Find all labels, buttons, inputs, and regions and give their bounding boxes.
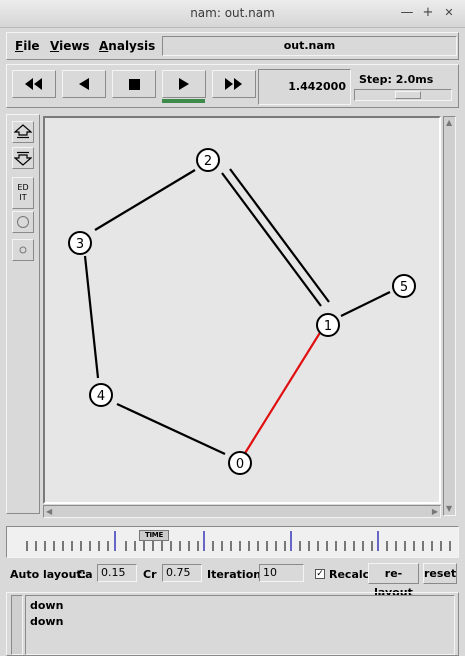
tool-sidebar: ED IT: [6, 114, 40, 514]
menu-views-mnemonic: V: [50, 39, 60, 53]
node-0-label: 0: [236, 457, 244, 472]
rewind-fast-button[interactable]: [12, 70, 56, 98]
circle-small-icon: [19, 246, 27, 254]
cr-input[interactable]: 0.75: [162, 564, 202, 582]
menu-analysis-label: nalysis: [108, 39, 156, 53]
node-1-label: 1: [324, 319, 332, 334]
close-button[interactable]: ✕: [441, 5, 457, 21]
zoom-in-icon: [14, 124, 32, 139]
node-small-button[interactable]: [12, 239, 34, 261]
network-graph[interactable]: 0 1 2 3 4 5: [45, 118, 439, 502]
step-slider-thumb[interactable]: [395, 91, 421, 99]
log-line: down: [30, 599, 64, 612]
recalc-checkbox[interactable]: ✓: [315, 569, 325, 579]
scroll-down-arrow-icon[interactable]: ▼: [446, 504, 452, 514]
edit-label-bottom: IT: [19, 193, 27, 202]
ca-input[interactable]: 0.15: [97, 564, 137, 582]
link-4-0: [116, 403, 226, 455]
iterations-input[interactable]: 10: [259, 564, 304, 582]
cr-label: Cr: [143, 568, 157, 581]
play-icon: [179, 78, 189, 90]
node-4-label: 4: [97, 389, 105, 404]
menu-analysis[interactable]: Analysis: [99, 39, 155, 53]
node-3-label: 3: [76, 237, 84, 252]
log-line: down: [30, 615, 64, 628]
link-1-2-b: [229, 168, 330, 303]
node-large-button[interactable]: [12, 211, 34, 233]
node-3[interactable]: 3: [68, 231, 92, 255]
relayout-button[interactable]: re-layout: [368, 563, 419, 599]
stop-button[interactable]: [112, 70, 156, 98]
node-1[interactable]: 1: [316, 313, 340, 337]
edit-label-top: ED: [17, 183, 29, 192]
event-log[interactable]: down down: [25, 595, 455, 655]
scroll-up-arrow-icon[interactable]: ▲: [446, 118, 452, 128]
stop-icon: [128, 78, 140, 90]
menubar: File Views Analysis out.nam: [6, 32, 459, 60]
canvas-horizontal-scrollbar[interactable]: ◀ ▶: [43, 505, 441, 518]
reset-button[interactable]: reset: [423, 563, 457, 584]
scroll-left-arrow-icon[interactable]: ◀: [46, 507, 52, 517]
log-scrollbar[interactable]: [11, 595, 23, 655]
window-titlebar: nam: out.nam — + ✕: [0, 0, 465, 28]
play-active-indicator: [162, 99, 205, 103]
auto-layout-label: Auto layout:: [10, 568, 87, 581]
play-button[interactable]: [162, 70, 206, 98]
link-3-4: [83, 255, 100, 379]
event-log-panel: down down: [6, 592, 459, 656]
network-canvas[interactable]: 0 1 2 3 4 5: [43, 116, 441, 504]
canvas-vertical-scrollbar[interactable]: ▲ ▼: [443, 116, 456, 516]
auto-layout-controls: Auto layout: Ca 0.15 Cr 0.75 Iterations …: [6, 562, 459, 599]
maximize-button[interactable]: +: [420, 5, 436, 21]
zoom-out-button[interactable]: [12, 147, 34, 169]
current-time-display: 1.442000: [258, 69, 351, 105]
window-title: nam: out.nam: [190, 6, 275, 20]
link-2-3: [94, 169, 196, 231]
circle-large-icon: [17, 216, 29, 228]
ca-label: Ca: [77, 568, 93, 581]
fast-forward-button[interactable]: [212, 70, 256, 98]
link-1-2-a: [221, 172, 322, 307]
filename-display: out.nam: [162, 36, 457, 56]
node-5-label: 5: [400, 280, 408, 295]
menu-views[interactable]: Views: [50, 39, 90, 53]
node-2[interactable]: 2: [196, 148, 220, 172]
menu-views-label: iews: [59, 39, 90, 53]
step-slider[interactable]: [354, 89, 452, 101]
menu-file-mnemonic: F: [15, 39, 24, 53]
menu-analysis-mnemonic: A: [99, 39, 109, 53]
menu-file-label: ile: [23, 39, 40, 53]
minimize-button[interactable]: —: [399, 5, 415, 21]
scroll-right-arrow-icon[interactable]: ▶: [432, 507, 438, 517]
step-label: Step: 2.0ms: [359, 73, 434, 86]
link-1-5: [340, 291, 391, 317]
zoom-in-button[interactable]: [12, 121, 34, 143]
rewind-fast-icon: [25, 78, 42, 90]
playback-toolbar: 1.442000 Step: 2.0ms: [6, 64, 459, 108]
step-back-icon: [79, 78, 89, 90]
recalc-label: Recalc: [329, 568, 370, 581]
node-4[interactable]: 4: [89, 383, 113, 407]
step-back-button[interactable]: [62, 70, 106, 98]
node-2-label: 2: [204, 154, 212, 169]
node-0[interactable]: 0: [228, 451, 252, 475]
timeline-cursor[interactable]: TIME: [139, 530, 169, 541]
zoom-out-icon: [14, 151, 32, 166]
timeline-ticks: [26, 531, 451, 551]
menu-file[interactable]: File: [15, 39, 40, 53]
edit-button[interactable]: ED IT: [12, 177, 34, 209]
node-5[interactable]: 5: [392, 274, 416, 298]
fast-forward-icon: [225, 78, 242, 90]
timeline-slider[interactable]: TIME: [6, 526, 459, 558]
link-0-1: [241, 322, 327, 459]
